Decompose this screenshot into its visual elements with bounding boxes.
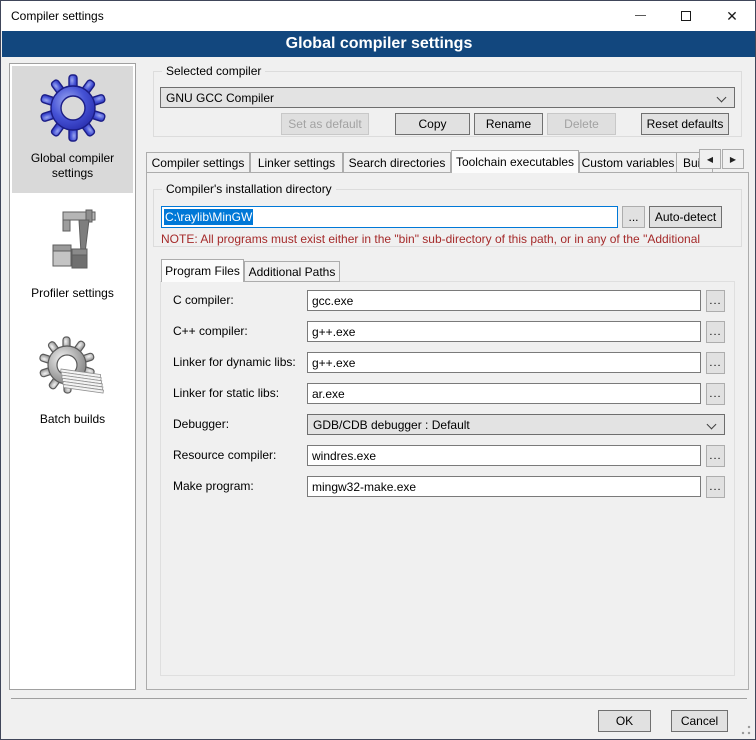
c-compiler-browse-button[interactable]: ... [706,290,725,312]
cpp-compiler-input[interactable] [307,321,701,342]
title-bar[interactable]: Compiler settings ✕ [1,1,755,31]
selected-compiler-group-label: Selected compiler [162,64,265,78]
chevron-down-icon [717,93,727,103]
reset-defaults-button[interactable]: Reset defaults [641,113,729,135]
make-program-input[interactable] [307,476,701,497]
cpp-compiler-browse-button[interactable]: ... [706,321,725,343]
make-program-label: Make program: [173,479,254,493]
gear-papers-icon [39,335,107,406]
linker-static-label: Linker for static libs: [173,386,279,400]
sidebar-item-global-compiler-settings[interactable]: Global compiler settings [12,66,133,193]
resize-grip[interactable] [741,725,751,735]
close-icon: ✕ [726,9,738,23]
copy-button[interactable]: Copy [395,113,470,135]
close-button[interactable]: ✕ [709,1,755,30]
minimize-button[interactable] [617,1,663,30]
resource-compiler-label: Resource compiler: [173,448,276,462]
tab-toolchain-executables[interactable]: Toolchain executables [451,150,579,173]
arrow-right-icon: ▶ [730,155,736,164]
arrow-left-icon: ◀ [707,155,713,164]
subtab-program-files[interactable]: Program Files [161,259,244,282]
linker-static-browse-button[interactable]: ... [706,383,725,405]
resource-compiler-input[interactable] [307,445,701,466]
program-files-page: C compiler: ... C++ compiler: ... Linker… [160,281,735,676]
installation-directory-selected-text: C:\raylib\MinGW [164,209,253,225]
linker-dynamic-label: Linker for dynamic libs: [173,355,296,369]
caliper-icon [39,209,107,280]
tab-scroll-right-button[interactable]: ▶ [722,149,744,169]
maximize-icon [681,11,691,21]
settings-category-list: Global compiler settings [9,63,136,690]
tab-compiler-settings[interactable]: Compiler settings [146,152,250,173]
sidebar-item-batch-builds[interactable]: Batch builds [12,327,133,427]
debugger-select[interactable]: GDB/CDB debugger : Default [307,414,725,435]
window-title: Compiler settings [11,9,104,23]
cancel-button[interactable]: Cancel [671,710,728,732]
rename-button[interactable]: Rename [474,113,543,135]
compiler-select[interactable]: GNU GCC Compiler [160,87,735,108]
note-text: NOTE: All programs must exist either in … [161,232,741,246]
tab-custom-variables[interactable]: Custom variables [579,152,677,173]
footer-divider [11,698,747,699]
browse-directory-button[interactable]: ... [622,206,645,228]
cpp-compiler-label: C++ compiler: [173,324,248,338]
installation-directory-group-label: Compiler's installation directory [162,182,336,196]
delete-button[interactable]: Delete [547,113,616,135]
chevron-down-icon [707,420,717,430]
minimize-icon [635,15,646,16]
auto-detect-button[interactable]: Auto-detect [649,206,722,228]
subtab-additional-paths[interactable]: Additional Paths [244,261,340,282]
compiler-select-value: GNU GCC Compiler [166,91,274,105]
make-program-browse-button[interactable]: ... [706,476,725,498]
linker-dynamic-browse-button[interactable]: ... [706,352,725,374]
tab-scroll-left-button[interactable]: ◀ [699,149,721,169]
resource-compiler-browse-button[interactable]: ... [706,445,725,467]
sidebar-item-profiler-settings[interactable]: Profiler settings [12,201,133,301]
sidebar-item-label: Batch builds [36,412,109,427]
tab-linker-settings[interactable]: Linker settings [250,152,343,173]
compiler-settings-window: Compiler settings ✕ Global compiler sett… [0,0,756,740]
page-title: Global compiler settings [2,31,756,57]
ok-button[interactable]: OK [598,710,651,732]
linker-dynamic-input[interactable] [307,352,701,373]
set-as-default-button[interactable]: Set as default [281,113,369,135]
c-compiler-input[interactable] [307,290,701,311]
tab-search-directories[interactable]: Search directories [343,152,451,173]
installation-directory-input[interactable]: C:\raylib\MinGW [161,206,618,228]
linker-static-input[interactable] [307,383,701,404]
blue-gear-icon [39,74,107,145]
sidebar-item-label: Profiler settings [27,286,118,301]
maximize-button[interactable] [663,1,709,30]
debugger-label: Debugger: [173,417,229,431]
c-compiler-label: C compiler: [173,293,234,307]
sidebar-item-label: Global compiler settings [12,151,133,181]
debugger-select-value: GDB/CDB debugger : Default [313,418,470,432]
